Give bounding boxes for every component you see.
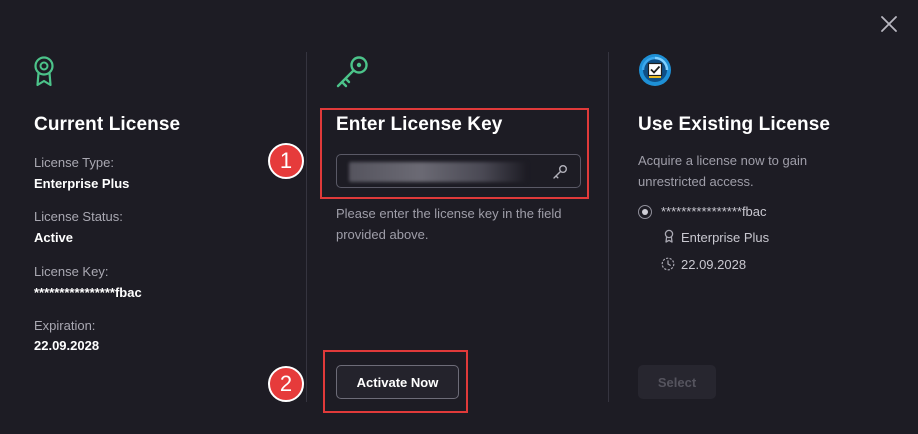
existing-license-description: Acquire a license now to gain unrestrict… — [638, 153, 808, 189]
license-shield-icon — [638, 53, 672, 92]
existing-license-radio[interactable] — [638, 205, 652, 219]
step1-highlight — [320, 108, 589, 199]
award-ribbon-icon — [32, 55, 56, 94]
license-status-value: Active — [34, 230, 74, 245]
license-type-value: Enterprise Plus — [34, 176, 130, 191]
expiration-value: 22.09.2028 — [34, 338, 100, 353]
column-divider — [306, 52, 307, 402]
license-type-label: License Type: — [34, 155, 114, 170]
license-status-label: License Status: — [34, 209, 123, 224]
step2-badge: 2 — [268, 366, 304, 402]
clock-icon — [661, 257, 675, 271]
award-ribbon-icon — [664, 229, 674, 243]
close-button[interactable] — [877, 12, 901, 36]
existing-license-date: 22.09.2028 — [681, 257, 747, 272]
column-divider — [608, 52, 609, 402]
key-icon — [334, 55, 370, 94]
use-existing-license-title: Use Existing License — [638, 114, 831, 135]
license-key-help-text: Please enter the license key in the fiel… — [336, 206, 562, 242]
step1-badge: 1 — [268, 143, 304, 179]
close-icon — [881, 16, 897, 32]
license-key-value: ****************fbac — [34, 285, 142, 300]
license-key-label: License Key: — [34, 264, 109, 279]
existing-license-edition: Enterprise Plus — [681, 230, 770, 245]
expiration-label: Expiration: — [34, 318, 96, 333]
existing-license-key: ****************fbac — [661, 204, 767, 219]
select-button[interactable]: Select — [638, 365, 716, 399]
step2-highlight — [323, 350, 468, 413]
current-license-title: Current License — [34, 114, 181, 135]
